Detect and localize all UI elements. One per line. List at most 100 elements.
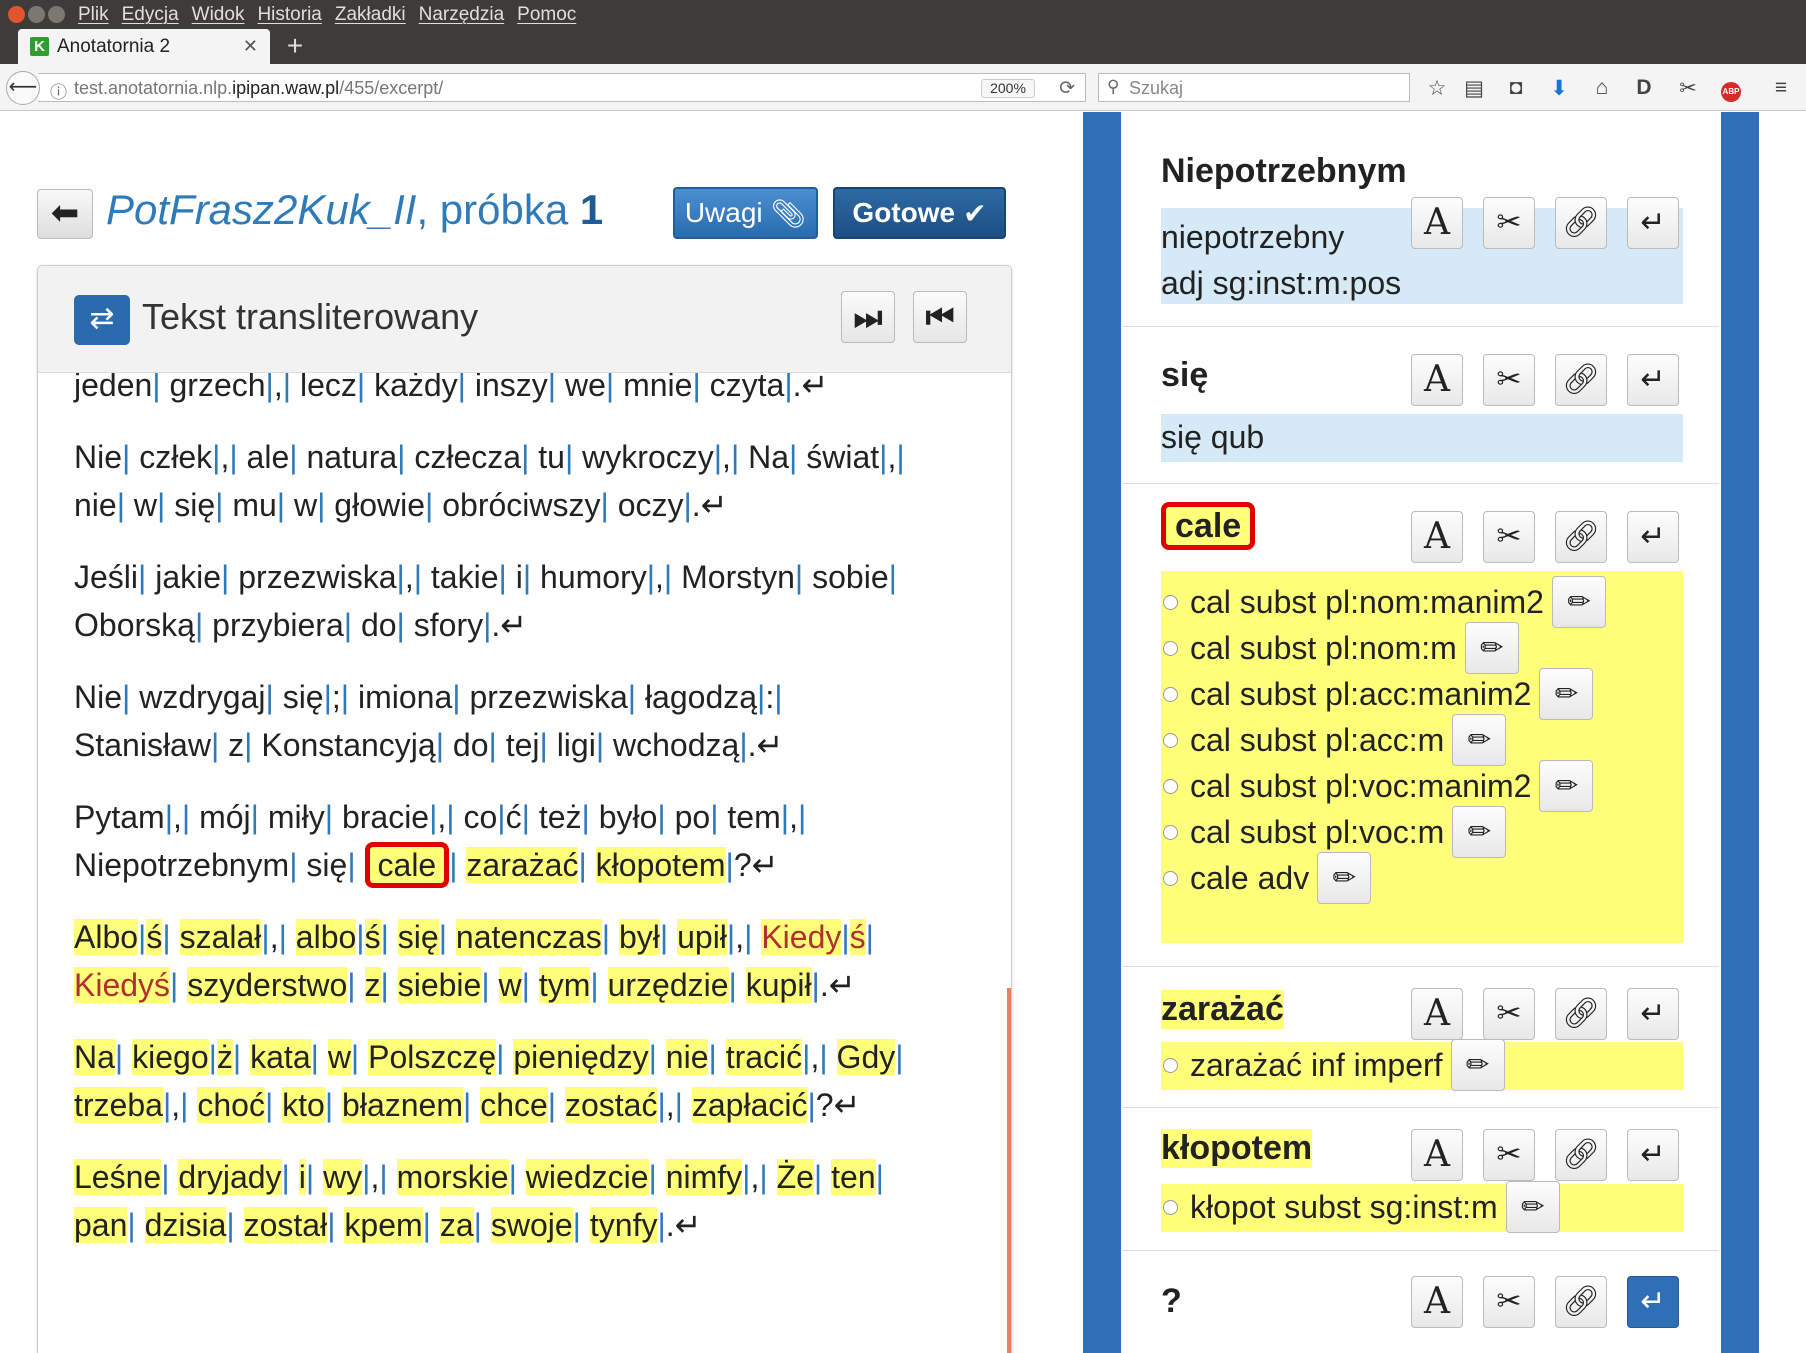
scissors-icon[interactable]: ✂ <box>1483 988 1535 1040</box>
letter-a-icon[interactable]: A <box>1411 354 1463 406</box>
pocket-icon[interactable]: ◘ <box>1503 76 1529 100</box>
letter-a-icon[interactable]: A <box>1411 197 1463 249</box>
gotowe-button[interactable]: Gotowe ✔ <box>833 187 1006 239</box>
title-mid: , próbka <box>416 186 580 233</box>
radio-button[interactable] <box>1163 640 1178 656</box>
scroll-indicator[interactable] <box>1007 988 1011 1353</box>
token-tools: A ✂ 🔗︎ ↵ <box>1411 511 1679 563</box>
token-name: ? <box>1161 1282 1182 1320</box>
hamburger-menu-icon[interactable]: ≡ <box>1768 76 1794 100</box>
pencil-icon[interactable]: ✏ <box>1450 1039 1505 1091</box>
swap-icon[interactable]: ⇄ <box>74 295 130 345</box>
interp-option[interactable]: cal subst pl:nom:m ✏ <box>1161 622 1683 674</box>
menu-widok[interactable]: Widok <box>192 4 245 26</box>
scissors-icon[interactable]: ✂ <box>1483 354 1535 406</box>
scissors-icon[interactable]: ✂ <box>1483 1276 1535 1328</box>
zoom-level[interactable]: 200% <box>981 79 1035 98</box>
bookmark-star-icon[interactable]: ☆ <box>1424 76 1450 101</box>
newline-icon[interactable]: ↵ <box>1627 511 1679 563</box>
panel-header: ⇄ Tekst transliterowany ⏭︎ ⏮︎ <box>38 266 1011 373</box>
newline-icon[interactable]: ↵ <box>1627 354 1679 406</box>
d-extension-icon[interactable]: D <box>1631 76 1657 100</box>
info-icon[interactable]: ⓘ <box>50 78 67 103</box>
radio-button[interactable] <box>1163 1057 1178 1073</box>
radio-button[interactable] <box>1163 686 1178 702</box>
interp-option[interactable]: cal subst pl:acc:m ✏ <box>1161 714 1683 766</box>
pencil-icon[interactable]: ✏ <box>1452 806 1507 858</box>
paragraph: Na| kiego|ż| kata| w| Polszczę| pieniędz… <box>74 1039 904 1123</box>
interp-option[interactable]: cal subst pl:nom:manim2 ✏ <box>1161 576 1683 628</box>
menu-narzedzia[interactable]: Narzędzia <box>419 4 505 26</box>
adblock-icon[interactable]: ABP <box>1718 76 1744 102</box>
letter-a-icon[interactable]: A <box>1411 988 1463 1040</box>
scissors-icon[interactable]: ✂ <box>1483 197 1535 249</box>
radio-button[interactable] <box>1163 594 1178 610</box>
radio-button[interactable] <box>1163 870 1178 886</box>
link-icon[interactable]: 🔗︎ <box>1555 1276 1607 1328</box>
interpretation-list[interactable]: kłopot subst sg:inst:m ✏ <box>1161 1181 1683 1233</box>
close-tab-icon[interactable]: ✕ <box>243 36 258 57</box>
next-segment-icon[interactable]: ⏭︎ <box>841 291 895 343</box>
interp-option[interactable]: cale adv ✏ <box>1161 852 1683 904</box>
pencil-icon[interactable]: ✏ <box>1505 1181 1560 1233</box>
interp-option[interactable]: cal subst pl:voc:m ✏ <box>1161 806 1683 858</box>
radio-button[interactable] <box>1163 824 1178 840</box>
interp-option[interactable]: kłopot subst sg:inst:m ✏ <box>1161 1181 1683 1233</box>
letter-a-icon[interactable]: A <box>1411 1129 1463 1181</box>
new-tab-icon[interactable]: + <box>280 29 310 64</box>
reload-icon[interactable]: ⟳ <box>1059 77 1075 100</box>
pencil-icon[interactable]: ✏ <box>1452 714 1507 766</box>
pencil-icon[interactable]: ✏ <box>1551 576 1606 628</box>
pencil-icon[interactable]: ✏ <box>1464 622 1519 674</box>
screenshot-icon[interactable]: ✂ <box>1675 76 1701 101</box>
download-icon[interactable]: ⬇ <box>1546 76 1572 101</box>
selected-token-cale[interactable]: cale <box>364 842 450 888</box>
link-icon[interactable]: 🔗︎ <box>1555 1129 1607 1181</box>
scissors-icon[interactable]: ✂ <box>1483 1129 1535 1181</box>
interp-option[interactable]: cal subst pl:acc:manim2 ✏ <box>1161 668 1683 720</box>
newline-icon[interactable]: ↵ <box>1627 1129 1679 1181</box>
newline-icon[interactable]: ↵ <box>1627 988 1679 1040</box>
token-panel[interactable]: Niepotrzebnym niepotrzebny adj sg:inst:m… <box>1123 112 1719 1353</box>
uwagi-button[interactable]: Uwagi 📎︎ <box>673 187 818 239</box>
url-bar[interactable]: ⓘ test.anotatornia.nlp.ipipan.waw.pl/455… <box>38 73 1086 102</box>
scissors-icon[interactable]: ✂ <box>1483 511 1535 563</box>
minimize-window-icon[interactable] <box>28 6 45 23</box>
link-icon[interactable]: 🔗︎ <box>1555 197 1607 249</box>
pencil-icon[interactable]: ✏ <box>1539 668 1594 720</box>
interpretation-list[interactable]: zarażać inf imperf ✏ <box>1161 1039 1683 1091</box>
back-button[interactable]: ⬅ <box>37 189 93 239</box>
back-arrow-icon[interactable]: ⟵ <box>6 71 40 105</box>
prev-segment-icon[interactable]: ⏮︎ <box>913 291 967 343</box>
search-input[interactable]: ⚲ Szukaj <box>1098 73 1410 102</box>
reading-list-icon[interactable]: ▤ <box>1461 76 1487 101</box>
menu-historia[interactable]: Historia <box>257 4 321 26</box>
menu-plik[interactable]: Plik <box>78 4 109 26</box>
gotowe-label: Gotowe <box>852 197 956 228</box>
link-icon[interactable]: 🔗︎ <box>1555 354 1607 406</box>
link-icon[interactable]: 🔗︎ <box>1555 511 1607 563</box>
interp-option[interactable]: zarażać inf imperf ✏ <box>1161 1039 1683 1091</box>
letter-a-icon[interactable]: A <box>1411 511 1463 563</box>
pencil-icon[interactable]: ✏ <box>1539 760 1594 812</box>
menu-edycja[interactable]: Edycja <box>122 4 179 26</box>
newline-icon[interactable]: ↵ <box>1627 1276 1679 1328</box>
maximize-window-icon[interactable] <box>48 6 65 23</box>
title-document: PotFrasz2Kuk_II <box>106 186 417 233</box>
pencil-icon[interactable]: ✏ <box>1317 852 1372 904</box>
transliterated-text[interactable]: Podobnie|,| jeśli| o| mnie| kto| wszystk… <box>38 373 1011 1353</box>
browser-tab[interactable]: K Anotatornia 2 ✕ <box>18 29 270 64</box>
letter-a-icon[interactable]: A <box>1411 1276 1463 1328</box>
link-icon[interactable]: 🔗︎ <box>1555 988 1607 1040</box>
interpretation-list[interactable]: cal subst pl:nom:manim2 ✏ cal subst pl:no… <box>1161 571 1683 943</box>
home-icon[interactable]: ⌂ <box>1589 76 1615 100</box>
radio-button[interactable] <box>1163 1199 1178 1215</box>
newline-icon[interactable]: ↵ <box>1627 197 1679 249</box>
radio-button[interactable] <box>1163 778 1178 794</box>
radio-button[interactable] <box>1163 732 1178 748</box>
menu-pomoc[interactable]: Pomoc <box>517 4 576 26</box>
interp-option[interactable]: cal subst pl:voc:manim2 ✏ <box>1161 760 1683 812</box>
menu-zakladki[interactable]: Zakładki <box>335 4 406 26</box>
close-window-icon[interactable] <box>8 6 25 23</box>
interpretation-box[interactable]: się qub <box>1161 414 1683 462</box>
